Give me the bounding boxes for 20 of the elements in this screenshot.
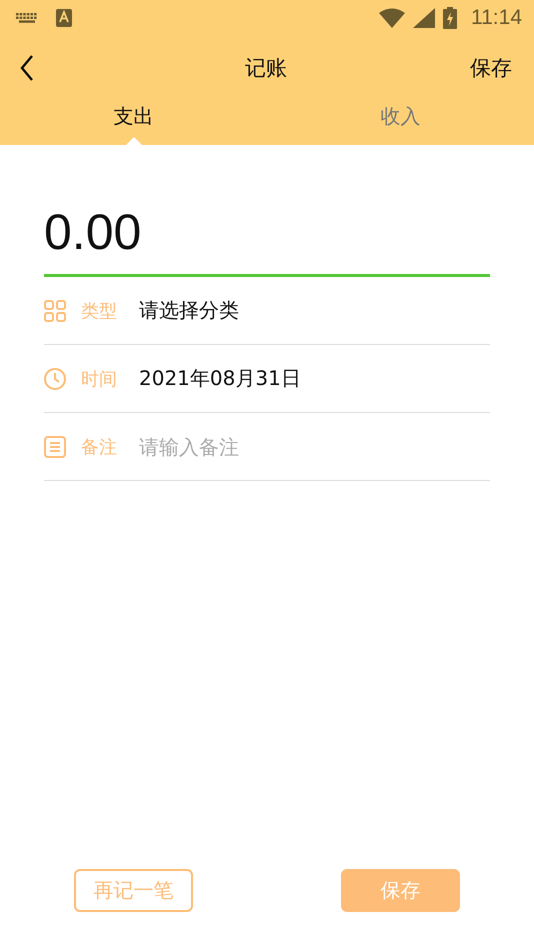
page-title: 记账 [245, 55, 287, 82]
field-value[interactable]: 请选择分类 [139, 297, 239, 324]
back-icon[interactable] [20, 55, 34, 81]
amount-field[interactable]: 0.00 [44, 145, 490, 277]
note-input[interactable]: 请输入备注 [139, 434, 439, 458]
status-time: 11:14 [471, 6, 522, 30]
signal-icon [413, 8, 435, 28]
note-icon [44, 436, 66, 458]
text-input-icon [56, 9, 72, 27]
wifi-icon [379, 8, 405, 28]
grid-icon [44, 300, 66, 322]
field-label: 备注 [81, 436, 118, 458]
field-label: 类型 [81, 300, 118, 322]
field-value[interactable]: 2021年08月31日 [139, 365, 301, 392]
tab[interactable]: 支出 [0, 100, 267, 145]
save-link[interactable]: 保存 [470, 54, 512, 82]
clock-icon [44, 368, 66, 390]
battery-icon [443, 7, 457, 29]
field-label: 时间 [81, 368, 118, 390]
keyboard-icon [16, 13, 38, 23]
